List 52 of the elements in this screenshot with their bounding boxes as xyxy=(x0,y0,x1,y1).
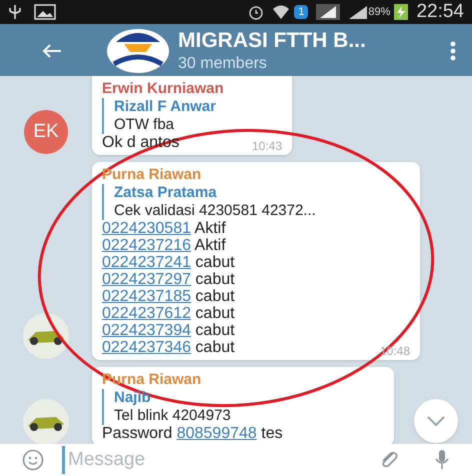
scroll-down-button[interactable] xyxy=(414,399,458,443)
wifi-icon xyxy=(272,4,290,20)
message-text: 0224230581 Aktif xyxy=(102,220,227,237)
message-text: 0224237241 cabut xyxy=(102,254,236,271)
reply-text: OTW fba xyxy=(114,116,176,134)
phone-link[interactable]: 0224230581 xyxy=(102,220,191,237)
message-text: 0224237216 Aktif xyxy=(102,237,227,254)
reply-quote[interactable]: Zatsa Pratama Cek validasi 4230581 42372... xyxy=(102,184,410,220)
reply-author: Zatsa Pratama xyxy=(114,184,218,202)
emoji-icon[interactable] xyxy=(22,449,44,471)
reply-text: Tel blink 4204973 xyxy=(114,407,232,425)
message-text: 0224237185 cabut xyxy=(102,288,236,305)
message-input[interactable]: Message xyxy=(62,446,370,474)
message-text: 0224237612 cabut xyxy=(102,305,236,322)
image-icon xyxy=(34,4,56,20)
reply-author: Rizall F Anwar xyxy=(114,98,217,116)
chevron-down-icon xyxy=(427,416,445,426)
group-logo-icon[interactable] xyxy=(106,28,170,74)
avatar[interactable]: EK xyxy=(24,110,68,154)
battery-percent: 89% xyxy=(368,4,390,20)
group-title: MIGRASI FTTH B... xyxy=(178,28,366,54)
phone-link[interactable]: 0224237185 xyxy=(102,288,191,305)
notification-badge: 1 xyxy=(294,5,308,19)
photo-placeholder[interactable] xyxy=(23,399,69,444)
phone-link[interactable]: 0224237241 xyxy=(102,254,191,271)
signal-icon xyxy=(316,4,340,20)
sender-name[interactable]: Erwin Kurniawan xyxy=(102,80,282,98)
message-text: Password 808599748 tes xyxy=(102,425,284,442)
clock-time: 22:54 xyxy=(416,0,464,24)
microphone-icon[interactable] xyxy=(434,449,450,471)
phone-link[interactable]: 0224237612 xyxy=(102,305,191,322)
message-time: 10:43 xyxy=(250,138,282,155)
reply-quote[interactable]: Najib Tel blink 4204973 xyxy=(102,389,384,425)
phone-link[interactable]: 0224237216 xyxy=(102,237,191,254)
message-text: 0224237394 cabut xyxy=(102,322,236,339)
sender-name[interactable]: Purna Riawan xyxy=(102,166,410,184)
alarm-icon xyxy=(248,4,264,20)
phone-link[interactable]: 0224237346 xyxy=(102,339,191,356)
message-text: 0224237297 cabut xyxy=(102,271,236,288)
reply-author: Najib xyxy=(114,389,152,407)
back-arrow-icon[interactable] xyxy=(42,43,62,59)
more-menu-icon[interactable] xyxy=(450,41,456,61)
battery-charging-icon xyxy=(394,4,408,20)
reply-text: Cek validasi 4230581 42372... xyxy=(114,202,317,220)
signal-icon xyxy=(348,5,368,19)
usb-icon xyxy=(8,4,22,20)
phone-link[interactable]: 0224237394 xyxy=(102,322,191,339)
phone-link[interactable]: 0224237297 xyxy=(102,271,191,288)
phone-link[interactable]: 808599748 xyxy=(176,425,257,442)
photo-placeholder[interactable] xyxy=(23,313,69,359)
member-count: 30 members xyxy=(178,54,268,74)
reply-quote[interactable]: Rizall F Anwar OTW fba xyxy=(102,98,282,134)
